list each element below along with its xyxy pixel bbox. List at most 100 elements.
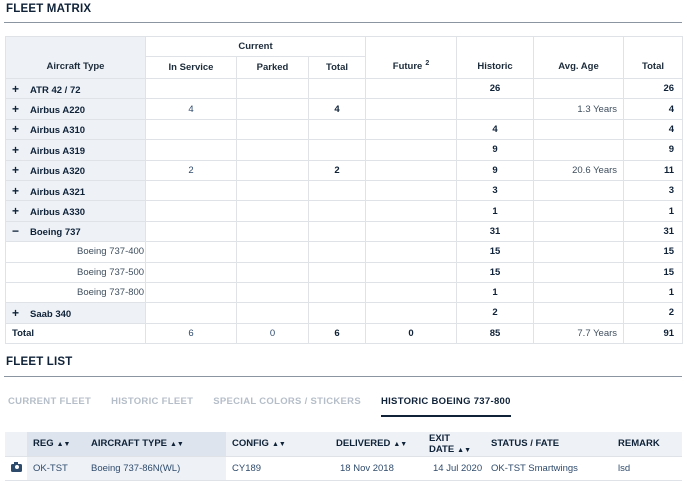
column-delivered[interactable]: DELIVERED ▲▼ (330, 432, 423, 457)
column-status-label: STATUS / FATE (491, 438, 560, 450)
cell-historic: 3 (456, 179, 535, 202)
cell-avg-age (533, 281, 625, 304)
cell-historic: 15 (456, 241, 535, 263)
aircraft-type-label[interactable]: Airbus A321 (30, 187, 85, 198)
cell-total (307, 200, 367, 222)
aircraft-type-cell[interactable]: + ATR 42 / 72 (5, 77, 146, 100)
sort-up-down-icon: ▲▼ (56, 441, 71, 449)
aircraft-type-cell[interactable]: + Airbus A319 (5, 139, 146, 161)
expand-icon[interactable]: + (12, 204, 30, 218)
cell-parked (236, 241, 309, 263)
matrix-row: − Boeing 737 31 31 (5, 220, 684, 243)
cell-avg-age (533, 220, 625, 243)
cell-historic: 2 (456, 302, 535, 324)
cell-parked (236, 302, 309, 324)
cell-total (307, 118, 367, 141)
aircraft-type-label[interactable]: Airbus A310 (30, 125, 85, 136)
expand-icon[interactable]: + (12, 122, 30, 136)
table-row[interactable]: OK-TST Boeing 737-86N(WL) CY189 18 Nov 2… (5, 456, 682, 481)
aircraft-type-label[interactable]: Boeing 737-800 (77, 287, 144, 298)
tab-historic-fleet[interactable]: HISTORIC FLEET (111, 396, 193, 417)
cell-grand-total: 4 (623, 98, 684, 120)
expand-icon[interactable]: + (12, 82, 30, 96)
camera-icon[interactable] (11, 461, 22, 472)
cell-total (307, 220, 367, 243)
cell-in-service: 2 (145, 159, 237, 181)
aircraft-type-label[interactable]: ATR 42 / 72 (30, 85, 81, 96)
header-in-service: In Service (145, 56, 237, 79)
aircraft-type-cell: Boeing 737-400 (5, 241, 146, 263)
cell-avg-age (533, 302, 625, 324)
aircraft-type-cell: Total (5, 322, 146, 345)
cell-grand-total: 1 (623, 281, 684, 304)
aircraft-type-cell[interactable]: + Airbus A330 (5, 200, 146, 222)
expand-icon[interactable]: + (12, 143, 30, 157)
aircraft-type-label[interactable]: Airbus A320 (30, 166, 85, 177)
cell-remark: lsd (612, 456, 682, 481)
aircraft-type-cell: Boeing 737-800 (5, 281, 146, 304)
cell-future (365, 77, 458, 100)
aircraft-type-cell[interactable]: + Airbus A321 (5, 179, 146, 202)
cell-reg[interactable]: OK-TST (27, 456, 85, 481)
tab-historic-boeing-737-800[interactable]: HISTORIC BOEING 737-800 (380, 396, 511, 417)
cell-future (365, 220, 458, 243)
cell-in-service (145, 179, 237, 202)
photo-cell[interactable] (5, 456, 27, 481)
aircraft-type-cell[interactable]: + Airbus A310 (5, 118, 146, 141)
aircraft-type-cell[interactable]: + Airbus A220 (5, 98, 146, 120)
cell-historic: 1 (456, 281, 535, 304)
sort-up-down-icon: ▲▼ (170, 441, 184, 449)
cell-avg-age (533, 200, 625, 222)
cell-grand-total: 9 (623, 139, 684, 161)
aircraft-type-cell[interactable]: + Saab 340 (5, 302, 146, 324)
cell-parked (236, 200, 309, 222)
aircraft-type-label[interactable]: Boeing 737-400 (77, 246, 144, 257)
cell-exit-date: 14 Jul 2020 (423, 456, 485, 481)
aircraft-type-label[interactable]: Airbus A319 (30, 146, 85, 157)
expand-icon[interactable]: + (12, 184, 30, 198)
cell-parked (236, 98, 309, 120)
cell-in-service (145, 281, 237, 304)
matrix-row: Boeing 737-400 15 15 (5, 241, 684, 263)
aircraft-type-label[interactable]: Boeing 737-500 (77, 267, 144, 278)
expand-icon[interactable]: + (12, 102, 30, 116)
cell-historic (456, 98, 535, 120)
header-future-note[interactable]: 2 (425, 60, 429, 67)
cell-grand-total: 4 (623, 118, 684, 141)
header-future-label: Future (392, 61, 423, 72)
expand-icon[interactable]: + (12, 163, 30, 177)
aircraft-type-label[interactable]: Boeing 737 (30, 227, 81, 238)
tab-special-colors[interactable]: SPECIAL COLORS / STICKERS (213, 396, 361, 417)
aircraft-type-label[interactable]: Airbus A330 (30, 207, 85, 218)
cell-aircraft-type: Boeing 737-86N(WL) (85, 456, 226, 481)
matrix-row: + Airbus A320 2 2 9 20.6 Years 11 (5, 159, 684, 181)
cell-historic: 9 (456, 139, 535, 161)
column-reg-label: REG (33, 438, 54, 450)
column-config[interactable]: CONFIG ▲▼ (226, 432, 330, 457)
cell-grand-total: 15 (623, 241, 684, 263)
column-remark[interactable]: REMARK (612, 432, 682, 457)
tab-current-fleet[interactable]: CURRENT FLEET (8, 396, 91, 417)
column-reg[interactable]: REG ▲▼ (27, 432, 85, 457)
cell-avg-age (533, 261, 625, 283)
aircraft-type-cell[interactable]: − Boeing 737 (5, 220, 146, 243)
cell-historic: 26 (456, 77, 535, 100)
cell-in-service (145, 118, 237, 141)
cell-historic: 1 (456, 200, 535, 222)
aircraft-type-cell[interactable]: + Airbus A320 (5, 159, 146, 181)
column-status[interactable]: STATUS / FATE (485, 432, 612, 457)
cell-avg-age: 1.3 Years (533, 98, 625, 120)
cell-historic: 4 (456, 118, 535, 141)
aircraft-type-label[interactable]: Saab 340 (30, 309, 71, 320)
cell-grand-total: 1 (623, 200, 684, 222)
cell-in-service (145, 261, 237, 283)
matrix-row: + Saab 340 2 2 (5, 302, 684, 324)
cell-status[interactable]: OK-TST Smartwings (485, 456, 612, 481)
expand-icon[interactable]: + (12, 306, 30, 320)
column-exit-date[interactable]: EXIT DATE ▲▼ (423, 432, 485, 457)
aircraft-type-label[interactable]: Airbus A220 (30, 105, 85, 116)
cell-in-service (145, 77, 237, 100)
matrix-row: Boeing 737-800 1 1 (5, 281, 684, 304)
collapse-icon[interactable]: − (12, 224, 30, 238)
column-aircraft-type[interactable]: AIRCRAFT TYPE ▲▼ (85, 432, 226, 457)
